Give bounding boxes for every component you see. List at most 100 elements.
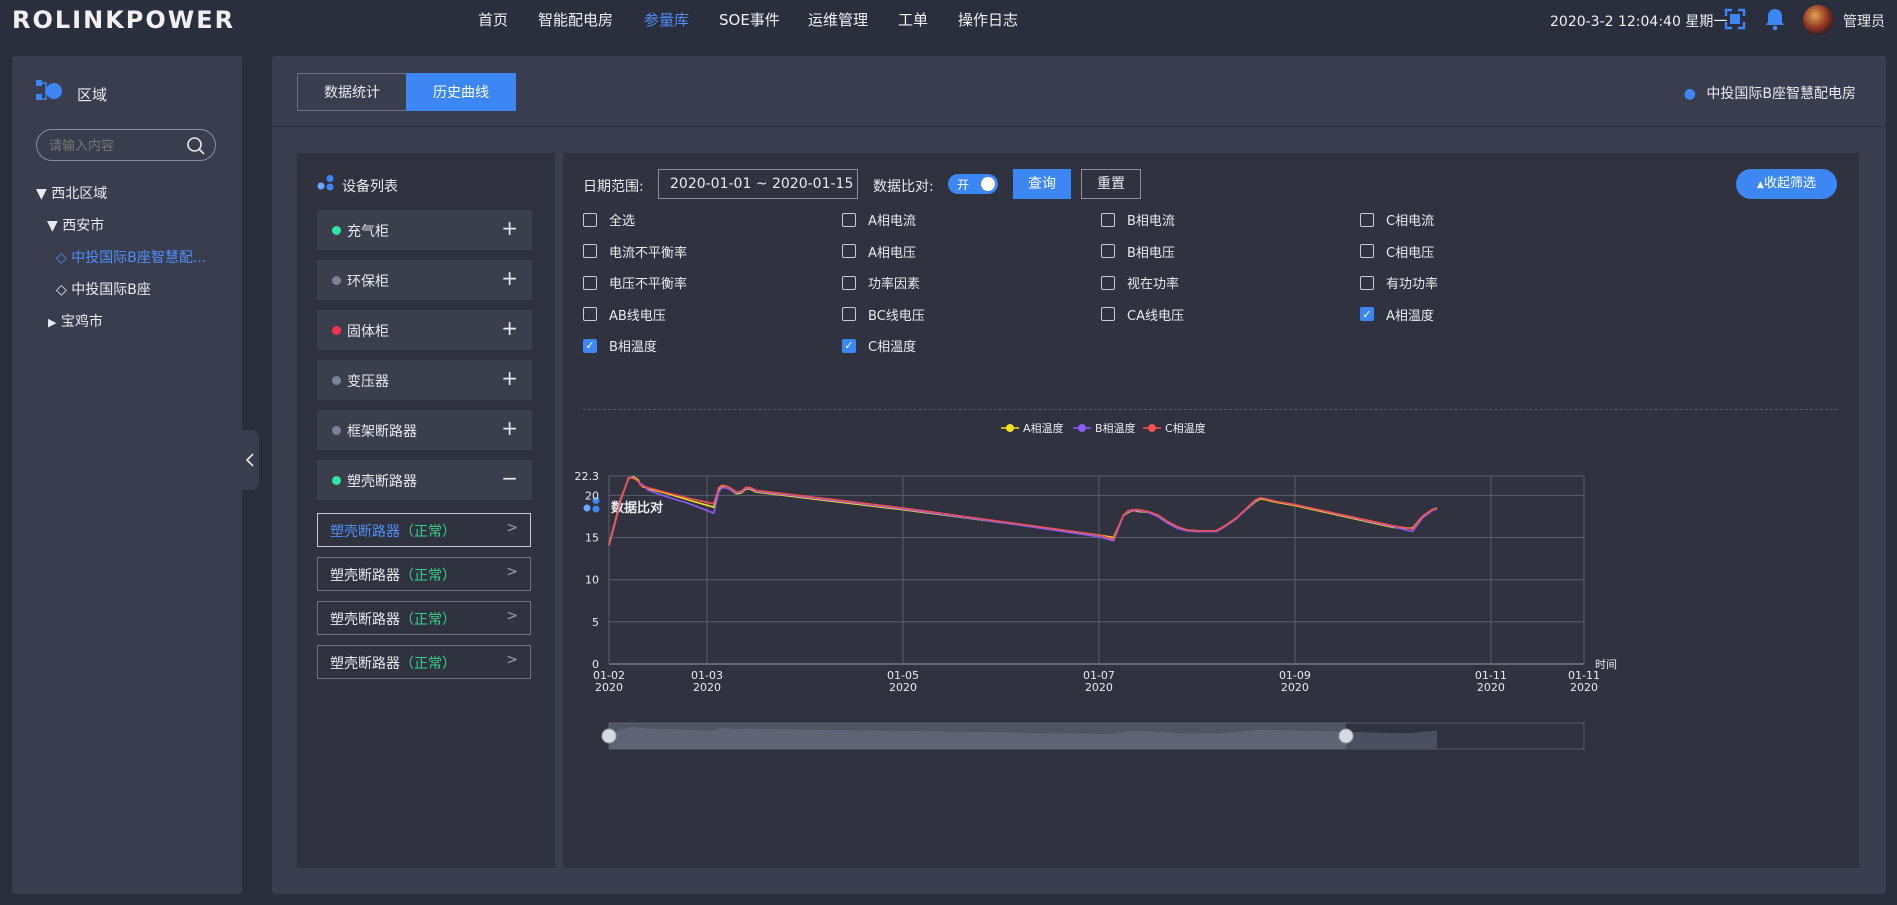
- tab-data-statistics[interactable]: 数据统计: [297, 73, 407, 111]
- device-item[interactable]: 塑壳断路器（正常） >: [317, 557, 531, 591]
- status-dot: [332, 276, 341, 285]
- y-tick-label: 5: [592, 616, 599, 629]
- device-status: （正常）: [400, 612, 456, 628]
- section-icon: [317, 175, 334, 191]
- region-search-box[interactable]: [36, 129, 216, 161]
- legend-marker[interactable]: [1078, 424, 1086, 432]
- expand-plus-icon[interactable]: +: [501, 316, 518, 340]
- sidebar-title: 区域: [77, 86, 108, 104]
- tree-item-label: 西北区域: [51, 186, 108, 202]
- status-dot: [332, 376, 341, 385]
- chevron-right-icon: >: [506, 608, 518, 624]
- tree-item-label: 中投国际B座智慧配...: [71, 250, 207, 266]
- expanded-caret-icon: ▼: [47, 218, 58, 234]
- tree-item-zhongtou-b[interactable]: ◇ 中投国际B座: [56, 279, 151, 299]
- device-group-label: 框架断路器: [347, 424, 417, 440]
- x-tick-year-label: 2020: [595, 681, 623, 694]
- device-group-label: 固体柜: [347, 324, 389, 340]
- expand-plus-icon[interactable]: +: [501, 416, 518, 440]
- tree-item-xian[interactable]: ▼ 西安市: [47, 215, 104, 235]
- device-list-panel: 设备列表 充气柜 + 环保柜 + 固体柜 + 变压器 + 框架断路器 + 塑壳断…: [297, 153, 555, 868]
- legend-marker[interactable]: [1148, 424, 1156, 432]
- device-status: （正常）: [400, 656, 456, 672]
- series-line: [608, 476, 1438, 546]
- device-group-molded-breaker[interactable]: 塑壳断路器 −: [317, 460, 532, 500]
- user-name[interactable]: 管理员: [1843, 11, 1885, 31]
- nav-soe-events[interactable]: SOE事件: [719, 9, 780, 30]
- layers-icon: ◇: [56, 282, 67, 298]
- device-group-eco-cabinet[interactable]: 环保柜 +: [317, 260, 532, 300]
- collapse-minus-icon[interactable]: −: [501, 466, 518, 490]
- device-group-label: 环保柜: [347, 274, 389, 290]
- nav-home[interactable]: 首页: [478, 9, 508, 30]
- bell-icon[interactable]: [1764, 7, 1786, 31]
- device-item[interactable]: 塑壳断路器（正常） >: [317, 513, 531, 547]
- nav-operations[interactable]: 运维管理: [808, 9, 868, 30]
- tab-history-curve[interactable]: 历史曲线: [406, 73, 516, 111]
- user-location-icon: ●: [1683, 86, 1696, 102]
- tree-item-zhongtou-smart-room[interactable]: ◇ 中投国际B座智慧配...: [56, 247, 206, 267]
- region-icon: [36, 80, 62, 100]
- expand-plus-icon[interactable]: +: [501, 266, 518, 290]
- device-group-gas-cabinet[interactable]: 充气柜 +: [317, 210, 532, 250]
- legend-label[interactable]: C相温度: [1165, 421, 1206, 435]
- search-icon[interactable]: [186, 136, 206, 156]
- tree-item-northwest[interactable]: ▼ 西北区域: [36, 183, 107, 203]
- expand-plus-icon[interactable]: +: [501, 366, 518, 390]
- x-axis-label: 时间: [1595, 658, 1617, 671]
- expand-plus-icon[interactable]: +: [501, 216, 518, 240]
- device-group-solid-cabinet[interactable]: 固体柜 +: [317, 310, 532, 350]
- legend-marker[interactable]: [1006, 424, 1014, 432]
- device-name: 塑壳断路器: [330, 524, 400, 540]
- zoom-slider-handle[interactable]: [1338, 728, 1354, 744]
- room-name: 中投国际B座智慧配电房: [1706, 86, 1856, 102]
- device-group-label: 变压器: [347, 374, 389, 390]
- nav-operation-log[interactable]: 操作日志: [958, 9, 1018, 30]
- device-group-label: 塑壳断路器: [347, 474, 417, 490]
- device-list-title: 设备列表: [342, 179, 398, 195]
- logo: ROLINKPOWER: [12, 6, 236, 34]
- chevron-right-icon: >: [506, 520, 518, 536]
- datetime: 2020-3-2 12:04:40 星期一: [1550, 14, 1728, 30]
- nav-parameter-library[interactable]: 参量库: [644, 9, 689, 30]
- chevron-left-icon: [245, 453, 254, 467]
- region-search-input[interactable]: [49, 136, 179, 156]
- sidebar-collapse-handle[interactable]: [241, 430, 259, 490]
- x-tick-year-label: 2020: [1477, 681, 1505, 694]
- x-tick-year-label: 2020: [1085, 681, 1113, 694]
- y-tick-label: 20: [585, 489, 599, 502]
- tree-item-label: 宝鸡市: [60, 314, 103, 330]
- device-group-frame-breaker[interactable]: 框架断路器 +: [317, 410, 532, 450]
- nav-smart-room[interactable]: 智能配电房: [538, 9, 613, 30]
- device-item[interactable]: 塑壳断路器（正常） >: [317, 645, 531, 679]
- tree-item-baoji[interactable]: ▶ 宝鸡市: [48, 311, 103, 331]
- layers-icon: ◇: [56, 250, 67, 266]
- device-name: 塑壳断路器: [330, 656, 400, 672]
- zoom-slider-selection[interactable]: [609, 723, 1346, 749]
- collapsed-caret-icon: ▶: [48, 316, 57, 329]
- x-tick-year-label: 2020: [693, 681, 721, 694]
- zoom-slider-handle[interactable]: [601, 728, 617, 744]
- avatar[interactable]: [1803, 5, 1833, 35]
- device-item[interactable]: 塑壳断路器（正常） >: [317, 601, 531, 635]
- tree-item-label: 西安市: [62, 218, 105, 234]
- x-tick-year-label: 2020: [889, 681, 917, 694]
- y-tick-label: 10: [585, 574, 599, 587]
- fullscreen-icon[interactable]: [1724, 8, 1746, 30]
- legend-label[interactable]: A相温度: [1023, 421, 1064, 435]
- chevron-right-icon: >: [506, 652, 518, 668]
- device-name: 塑壳断路器: [330, 568, 400, 584]
- device-group-transformer[interactable]: 变压器 +: [317, 360, 532, 400]
- nav-work-orders[interactable]: 工单: [898, 9, 928, 30]
- device-status: （正常）: [400, 524, 456, 540]
- expanded-caret-icon: ▼: [36, 186, 47, 202]
- legend-label[interactable]: B相温度: [1095, 421, 1136, 435]
- status-dot: [332, 476, 341, 485]
- x-tick-year-label: 2020: [1281, 681, 1309, 694]
- main-panel: 数据统计 历史曲线 ● 中投国际B座智慧配电房 设备列表 充气柜 + 环保柜 +…: [272, 56, 1886, 894]
- tree-item-label: 中投国际B座: [71, 282, 151, 298]
- temperature-line-chart: 0510152022.301-02202001-03202001-0520200…: [575, 421, 1617, 750]
- chevron-right-icon: >: [506, 564, 518, 580]
- status-dot: [332, 226, 341, 235]
- top-bar: ROLINKPOWER 首页 智能配电房 参量库 SOE事件 运维管理 工单 操…: [0, 0, 1897, 40]
